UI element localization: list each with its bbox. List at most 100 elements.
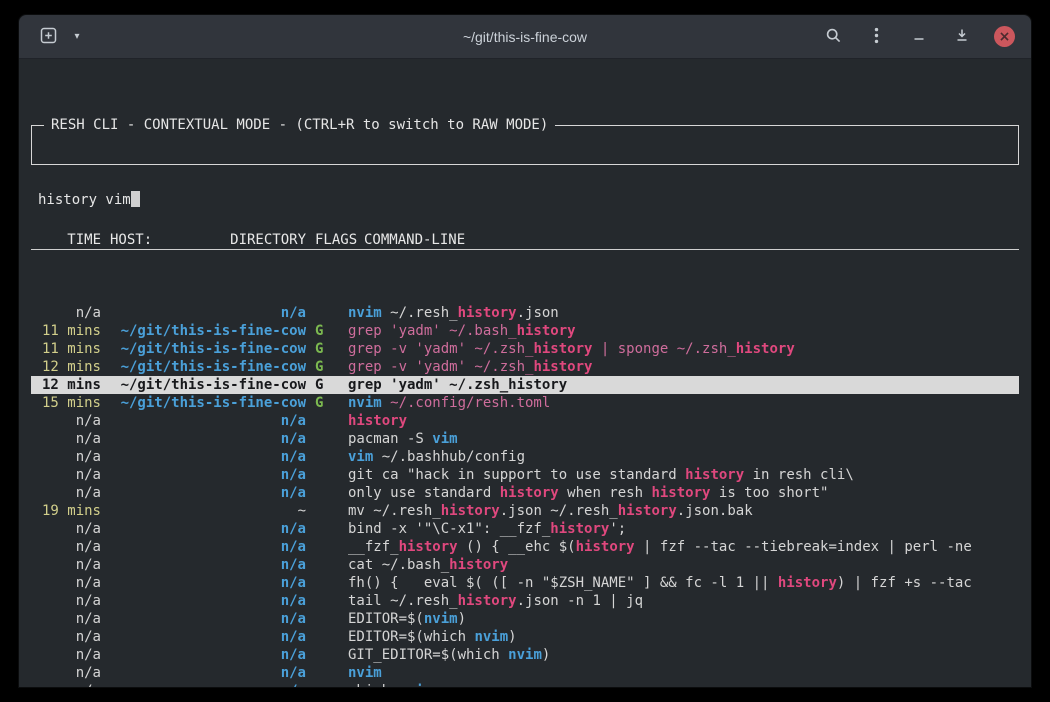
terminal-content: RESH CLI - CONTEXTUAL MODE - (CTRL+R to … <box>19 59 1031 688</box>
history-row[interactable]: n/an/aonly use standard history when res… <box>31 484 1019 502</box>
match-history: history <box>651 485 710 501</box>
row-flags <box>315 538 339 556</box>
row-time: n/a <box>31 538 101 556</box>
history-row[interactable]: 15 mins~/git/this-is-fine-cowGnvim ~/.co… <box>31 394 1019 412</box>
row-command: grep -v 'yadm' ~/.zsh_history | sponge ~… <box>348 340 1019 358</box>
row-time: 15 mins <box>31 394 101 412</box>
history-row[interactable]: n/an/aEDITOR=$(which nvim) <box>31 628 1019 646</box>
history-row[interactable]: n/an/acat ~/.bash_history <box>31 556 1019 574</box>
row-host-directory: n/a <box>110 556 306 574</box>
row-command: git ca "hack in support to use standard … <box>348 466 1019 484</box>
command-text: grep -v 'yadm' ~/.zsh_ <box>348 341 533 357</box>
row-flags <box>315 466 339 484</box>
row-host-directory: n/a <box>110 430 306 448</box>
menu-button[interactable] <box>865 26 887 48</box>
close-icon: × <box>999 30 1011 44</box>
row-command: GIT_EDITOR=$(which nvim) <box>348 646 1019 664</box>
command-text: ) <box>458 611 466 627</box>
command-text: ~/.resh_ <box>382 305 458 321</box>
row-flags <box>315 430 339 448</box>
command-text: ~/.config/resh.toml <box>382 395 551 411</box>
row-host-directory: n/a <box>110 592 306 610</box>
history-row[interactable]: 19 mins~mv ~/.resh_history.json ~/.resh_… <box>31 502 1019 520</box>
row-host-directory: n/a <box>110 484 306 502</box>
row-flags: G <box>315 394 339 412</box>
command-text: pacman -S <box>348 431 432 447</box>
row-flags <box>315 502 339 520</box>
row-host-directory: n/a <box>110 466 306 484</box>
row-host-directory: n/a <box>110 538 306 556</box>
match-vim: nvim <box>424 611 458 627</box>
history-row[interactable]: n/an/avim ~/.bashhub/config <box>31 448 1019 466</box>
command-text: grep -v 'yadm' ~/.zsh_ <box>348 359 533 375</box>
row-time: n/a <box>31 574 101 592</box>
command-text: __fzf_ <box>348 539 399 555</box>
kebab-menu-icon <box>874 27 879 47</box>
terminal-window: ▾ ~/git/this-is-fine-cow <box>18 14 1032 688</box>
row-time: 12 mins <box>31 376 101 394</box>
match-vim: nvim <box>508 647 542 663</box>
row-flags <box>315 646 339 664</box>
titlebar-left-controls: ▾ <box>19 26 88 48</box>
command-text: .json ~/.resh_ <box>500 503 618 519</box>
row-command: bind -x '"\C-x1": __fzf_history'; <box>348 520 1019 538</box>
history-row-selected[interactable]: 12 mins~/git/this-is-fine-cowGgrep 'yadm… <box>31 376 1019 394</box>
history-row[interactable]: n/an/awhich nvim <box>31 682 1019 688</box>
new-tab-button[interactable] <box>37 26 59 48</box>
row-command: which nvim <box>348 682 1019 688</box>
row-host-directory: n/a <box>110 574 306 592</box>
row-time: n/a <box>31 412 101 430</box>
row-host-directory: ~/git/this-is-fine-cow <box>110 376 306 394</box>
command-text: GIT_EDITOR=$(which <box>348 647 508 663</box>
history-row[interactable]: 12 mins~/git/this-is-fine-cowGgrep -v 'y… <box>31 358 1019 376</box>
row-time: n/a <box>31 664 101 682</box>
history-row[interactable]: n/an/aGIT_EDITOR=$(which nvim) <box>31 646 1019 664</box>
history-row[interactable]: n/an/atail ~/.resh_history.json -n 1 | j… <box>31 592 1019 610</box>
command-text: () { __ehc $( <box>458 539 576 555</box>
row-host-directory: ~/git/this-is-fine-cow <box>110 322 306 340</box>
titlebar-right-controls: × <box>822 26 1031 48</box>
history-row[interactable]: n/a n/a history <box>31 412 1019 430</box>
history-row[interactable]: n/a n/a nvim <box>31 664 1019 682</box>
row-host-directory: ~/git/this-is-fine-cow <box>110 340 306 358</box>
row-command: grep -v 'yadm' ~/.zsh_history <box>348 358 1019 376</box>
minimize-button[interactable] <box>908 26 930 48</box>
row-time: n/a <box>31 628 101 646</box>
window-title: ~/git/this-is-fine-cow <box>463 29 587 45</box>
row-flags <box>315 484 339 502</box>
history-row[interactable]: 11 mins~/git/this-is-fine-cowGgrep 'yadm… <box>31 322 1019 340</box>
history-row[interactable]: n/a n/a __fzf_history () { __ehc $(history… <box>31 538 1019 556</box>
close-button[interactable]: × <box>994 26 1015 47</box>
row-command: __fzf_history () { __ehc $(history | fzf… <box>348 538 1019 556</box>
row-command: only use standard history when resh hist… <box>348 484 1019 502</box>
history-row[interactable]: n/an/agit ca "hack in support to use sta… <box>31 466 1019 484</box>
command-text: grep 'yadm' ~/.zsh_ <box>348 377 508 393</box>
match-history: history <box>348 413 407 429</box>
command-text: git ca "hack in support to use standard <box>348 467 685 483</box>
row-time: 12 mins <box>31 358 101 376</box>
restore-button[interactable] <box>951 26 973 48</box>
titlebar: ▾ ~/git/this-is-fine-cow <box>19 15 1031 59</box>
row-command: nvim <box>348 664 1019 682</box>
tab-dropdown-button[interactable]: ▾ <box>66 26 88 48</box>
row-command: fh() { eval $( ([ -n "$ZSH_NAME" ] && fc… <box>348 574 1019 592</box>
command-text: fh() { eval $( ([ -n "$ZSH_NAME" ] && fc… <box>348 575 778 591</box>
command-text: ) | fzf +s --tac <box>837 575 972 591</box>
row-host-directory: n/a <box>110 664 306 682</box>
row-host-directory: n/a <box>110 412 306 430</box>
history-row[interactable]: n/a n/a fh() { eval $( ([ -n "$ZSH_NAME" ]… <box>31 574 1019 592</box>
history-row[interactable]: n/an/aEDITOR=$(nvim) <box>31 610 1019 628</box>
row-flags <box>315 556 339 574</box>
search-input[interactable]: history vim <box>38 191 1012 209</box>
history-row[interactable]: n/an/abind -x '"\C-x1": __fzf_history'; <box>31 520 1019 538</box>
row-host-directory: ~ <box>110 502 306 520</box>
history-row[interactable]: n/an/anvim ~/.resh_history.json <box>31 304 1019 322</box>
row-time: n/a <box>31 520 101 538</box>
history-row[interactable]: n/an/apacman -S vim <box>31 430 1019 448</box>
search-button[interactable] <box>822 26 844 48</box>
row-time: n/a <box>31 556 101 574</box>
command-text: cat ~/.bash_ <box>348 557 449 573</box>
history-row[interactable]: 11 mins~/git/this-is-fine-cowGgrep -v 'y… <box>31 340 1019 358</box>
row-flags <box>315 448 339 466</box>
command-text: in resh cli\ <box>744 467 854 483</box>
